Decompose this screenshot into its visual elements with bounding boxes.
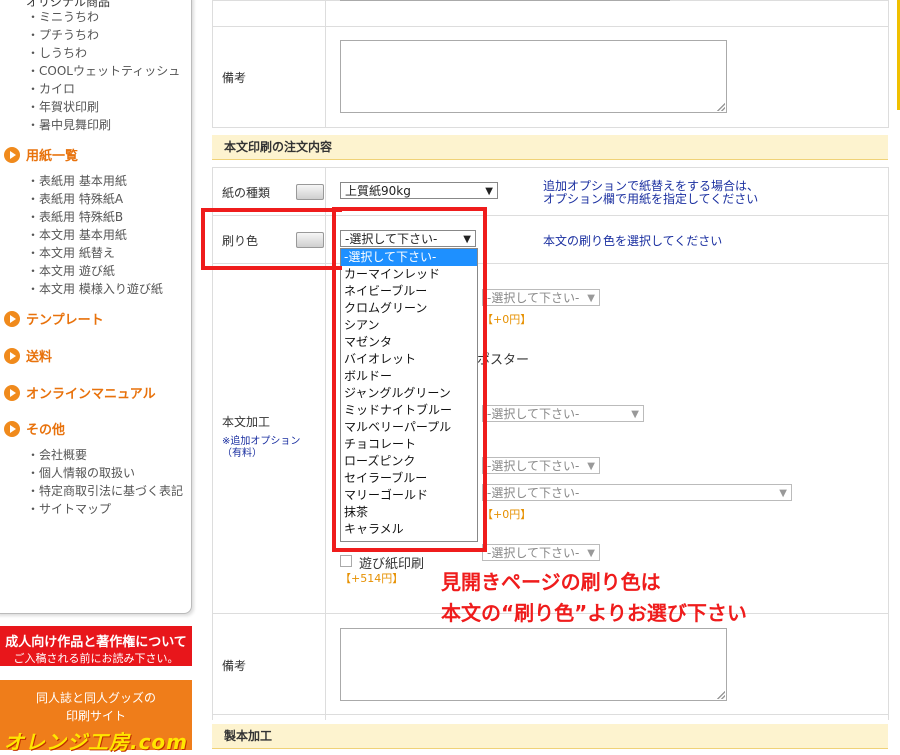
- option-price: 【+0円】: [482, 508, 532, 521]
- dropdown-arrow-icon: ▼: [587, 293, 595, 304]
- table-border: [212, 0, 213, 128]
- help-button[interactable]: [296, 184, 324, 200]
- sidebar-link[interactable]: ・COOLウェットティッシュ: [27, 62, 180, 79]
- option-select[interactable]: -選択して下さい- ▼: [482, 405, 644, 422]
- annotation-text: 本文の“刷り色”よりお選び下さい: [441, 601, 747, 625]
- partial-input-border: [340, 0, 670, 1]
- copyright-notice-banner[interactable]: 成人向け作品と著作権について ご入稿される前にお読み下さい。: [0, 626, 192, 666]
- dropdown-arrow-icon: ▼: [485, 186, 493, 197]
- sidebar-category-paper[interactable]: 用紙一覧: [4, 145, 78, 164]
- sidebar-link[interactable]: ・サイトマップ: [27, 500, 111, 517]
- section-seihon-header: 製本加工: [212, 724, 888, 749]
- table-border: [212, 613, 213, 720]
- select-value: -選択して下さい-: [487, 407, 580, 421]
- sidebar-category-manual[interactable]: オンラインマニュアル: [4, 383, 156, 402]
- bikou2-textarea[interactable]: [340, 628, 727, 701]
- select-value: -選択して下さい-: [487, 486, 580, 500]
- ink-color-note: 本文の刷り色を選択してください: [543, 234, 723, 248]
- annotation-highlight-dropdown: [332, 207, 487, 552]
- category-label: テンプレート: [26, 313, 104, 328]
- banner-subtitle: ご入稿される前にお読み下さい。: [13, 652, 179, 665]
- section-title: 製本加工: [224, 729, 273, 743]
- bikou2-label: 備考: [222, 659, 247, 673]
- banner-title: 成人向け作品と著作権について: [5, 635, 187, 650]
- sidebar-link[interactable]: ・特定商取引法に基づく表記: [27, 482, 183, 499]
- asobi-price: 【+514円】: [340, 572, 404, 585]
- option-price: 【+0円】: [482, 313, 532, 326]
- annotation-highlight-label: [201, 208, 342, 270]
- resize-handle-icon[interactable]: [717, 103, 725, 111]
- sidebar-link[interactable]: ・プチうちわ: [27, 26, 99, 43]
- honbun-kakou-label: 本文加工: [222, 415, 271, 429]
- dropdown-arrow-icon: ▼: [631, 409, 639, 420]
- category-label: オンラインマニュアル: [26, 387, 156, 402]
- sidebar-link[interactable]: ・表紙用 特殊紙B: [27, 208, 123, 225]
- banner-line: 同人誌と同人グッズの: [35, 691, 156, 705]
- play-circle-icon: [4, 147, 20, 163]
- annotation-text: 見開きページの刷り色は: [441, 570, 661, 594]
- select-value: -選択して下さい-: [487, 546, 580, 560]
- sidebar-link[interactable]: ・カイロ: [27, 80, 75, 97]
- play-circle-icon: [4, 385, 20, 401]
- select-value: 上質紙90kg: [345, 184, 411, 198]
- sidebar-link[interactable]: ・本文用 基本用紙: [27, 226, 127, 243]
- sidebar-link[interactable]: ・本文用 遊び紙: [27, 262, 115, 279]
- asobi-checkbox[interactable]: [340, 555, 352, 567]
- sidebar-link[interactable]: ・本文用 紙替え: [27, 244, 115, 261]
- sidebar-category-template[interactable]: テンプレート: [4, 309, 104, 328]
- banner-line: 印刷サイト: [65, 709, 126, 723]
- table-border: [888, 167, 889, 720]
- option-select[interactable]: -選択して下さい- ▼: [482, 289, 600, 306]
- option-select-wide[interactable]: -選択して下さい- ▼: [482, 484, 792, 501]
- dropdown-arrow-icon: ▼: [587, 548, 595, 559]
- play-circle-icon: [4, 421, 20, 437]
- table-border: [212, 26, 888, 27]
- section-title: 本文印刷の注文内容: [224, 140, 333, 154]
- sidebar-category-other[interactable]: その他: [4, 419, 65, 438]
- site-logo: オレンジ工房.com: [3, 730, 189, 754]
- sidebar-category-shipping[interactable]: 送料: [4, 346, 52, 365]
- sidebar-link[interactable]: ・会社概要: [27, 446, 87, 463]
- dropdown-arrow-icon: ▼: [587, 461, 595, 472]
- resize-handle-icon[interactable]: [717, 691, 725, 699]
- paper-type-label: 紙の種類: [222, 186, 271, 200]
- sidebar-link[interactable]: ・表紙用 特殊紙A: [27, 190, 123, 207]
- play-circle-icon: [4, 348, 20, 364]
- select-value: -選択して下さい-: [487, 459, 580, 473]
- table-border: [212, 714, 888, 715]
- option-select[interactable]: -選択して下さい- ▼: [482, 457, 600, 474]
- play-circle-icon: [4, 311, 20, 327]
- bikou-label: 備考: [222, 71, 247, 85]
- paper-type-select[interactable]: 上質紙90kg ▼: [340, 182, 498, 199]
- sidebar-link[interactable]: ・ミニうちわ: [27, 8, 99, 25]
- sidebar-link[interactable]: ・表紙用 基本用紙: [27, 172, 127, 189]
- sidebar-link[interactable]: ・年賀状印刷: [27, 98, 99, 115]
- sidebar-link[interactable]: ・暑中見舞印刷: [27, 116, 111, 133]
- table-border: [325, 0, 326, 128]
- category-label: 用紙一覧: [26, 149, 79, 164]
- orange-kobo-banner[interactable]: 同人誌と同人グッズの 印刷サイト オレンジ工房.com: [0, 680, 192, 754]
- select-value: -選択して下さい-: [487, 291, 580, 305]
- section-honbun-header: 本文印刷の注文内容: [212, 135, 888, 160]
- category-label: 送料: [26, 350, 53, 365]
- table-border: [212, 167, 888, 168]
- bikou-textarea[interactable]: [340, 40, 727, 113]
- option-note: （有料）: [222, 448, 262, 459]
- category-label: その他: [26, 423, 66, 438]
- sidebar-link[interactable]: ・本文用 模様入り遊び紙: [27, 280, 163, 297]
- asobi-select[interactable]: -選択して下さい- ▼: [482, 544, 600, 561]
- dropdown-arrow-icon: ▼: [779, 488, 787, 499]
- table-border: [212, 127, 888, 128]
- table-border: [888, 0, 889, 128]
- sidebar-link[interactable]: ・しうちわ: [27, 44, 87, 61]
- paper-type-note: オプション欄で用紙を指定してください: [543, 192, 759, 206]
- sidebar-link[interactable]: ・個人情報の取扱い: [27, 464, 135, 481]
